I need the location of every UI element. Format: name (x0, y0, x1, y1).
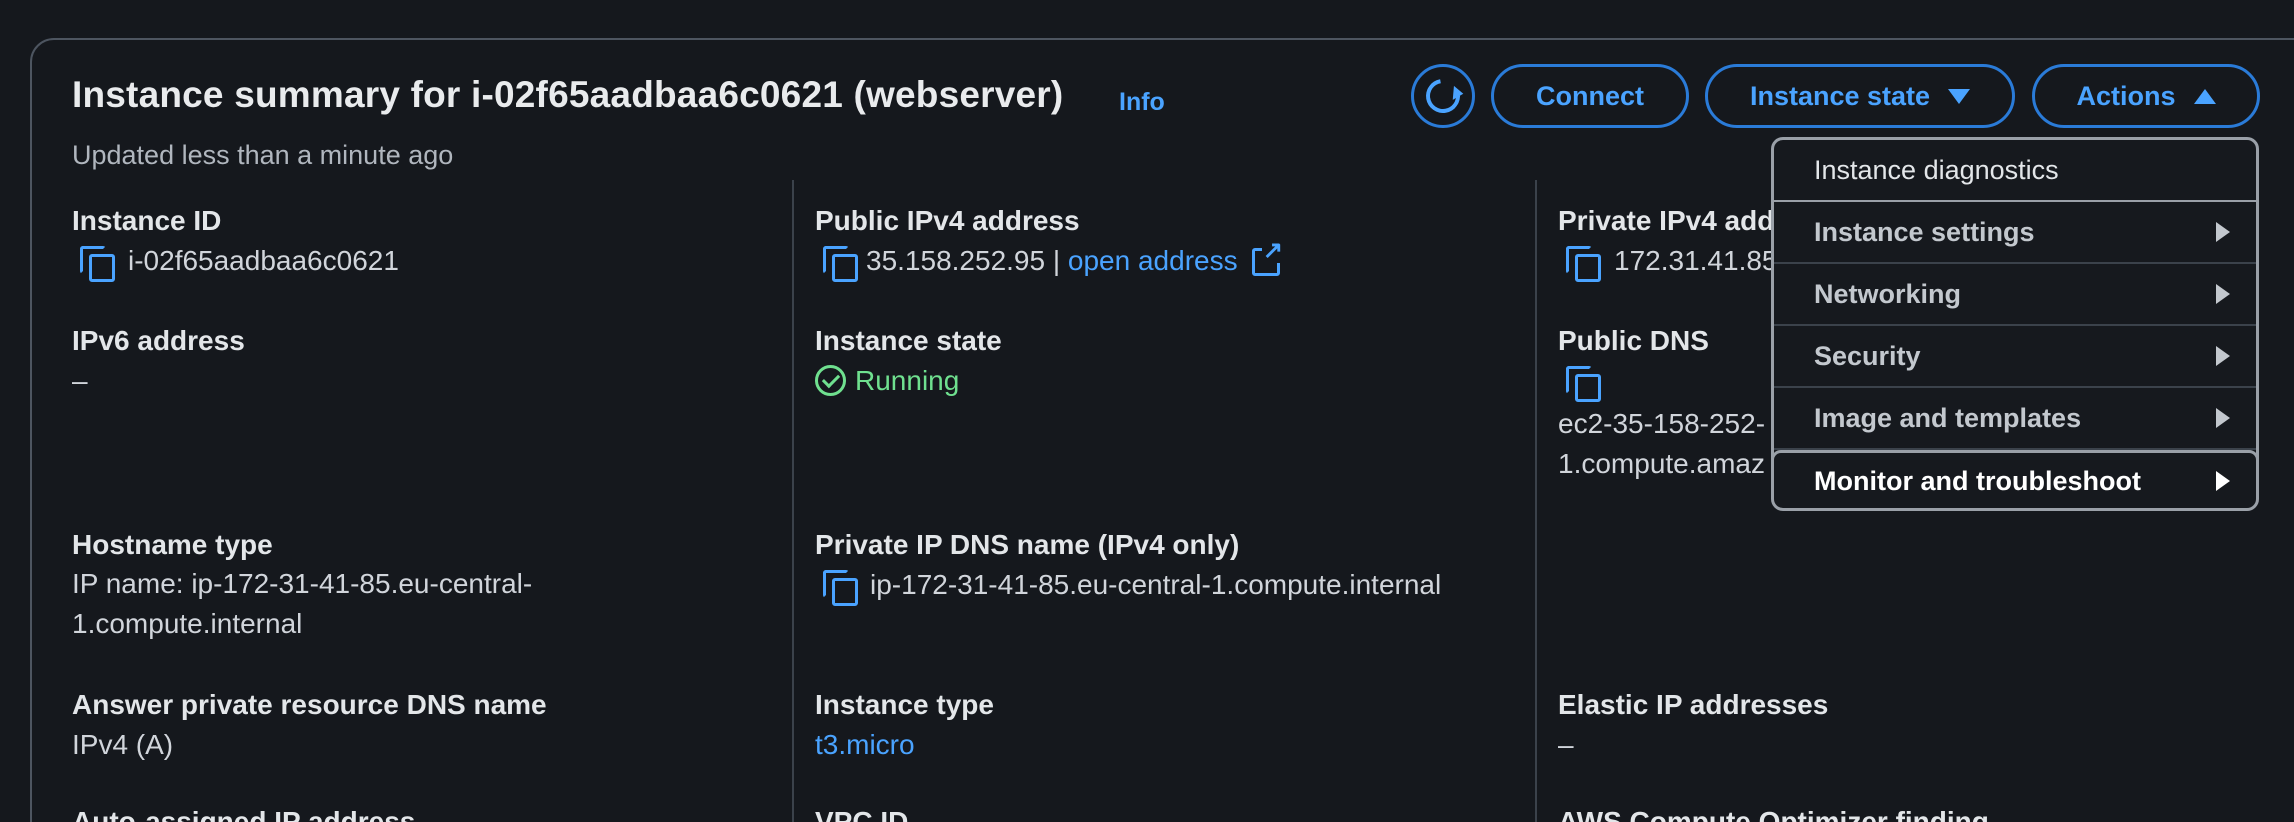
answer-dns-label: Answer private resource DNS name (72, 689, 547, 720)
menu-item-networking[interactable]: Networking (1774, 264, 2256, 326)
external-link-icon[interactable] (1252, 239, 1285, 276)
private-ipv4-value: 172.31.41.85 (1614, 245, 1778, 276)
actions-button[interactable]: Actions (2032, 64, 2260, 128)
chevron-right-icon (2216, 222, 2230, 242)
refresh-icon (1419, 72, 1467, 120)
chevron-right-icon (2216, 408, 2230, 428)
public-dns-label: Public DNS (1558, 325, 1709, 356)
column-divider (792, 180, 794, 822)
instance-state-button-label: Instance state (1749, 80, 1931, 111)
public-ipv4-address: 35.158.252.95 (866, 245, 1046, 276)
menu-item-instance-settings[interactable]: Instance settings (1774, 202, 2256, 264)
menu-item-security[interactable]: Security (1774, 326, 2256, 388)
copy-icon[interactable] (823, 570, 858, 606)
menu-item-label: Image and templates (1814, 402, 2082, 433)
menu-item-image-and-templates[interactable]: Image and templates (1774, 388, 2256, 450)
chevron-right-icon (2216, 346, 2230, 366)
actions-dropdown-menu: Instance diagnostics Instance settings N… (1771, 137, 2259, 511)
compute-optimizer-label: AWS Compute Optimizer finding (1558, 806, 1989, 822)
copy-icon[interactable] (1566, 366, 1601, 402)
menu-item-label: Security (1814, 340, 1921, 371)
hostname-type-value-line: 1.compute.internal (72, 608, 303, 639)
ipv6-value: – (72, 365, 88, 396)
copy-icon[interactable] (823, 246, 858, 282)
instance-id-value: i-02f65aadbaa6c0621 (128, 245, 399, 276)
chevron-right-icon (2216, 284, 2230, 304)
private-ipv4-label: Private IPv4 add (1558, 205, 1775, 236)
refresh-button[interactable] (1411, 64, 1475, 128)
elastic-ip-value: – (1558, 729, 1574, 760)
private-dns-value: ip-172-31-41-85.eu-central-1.compute.int… (870, 569, 1442, 600)
auto-assigned-ip-label: Auto-assigned IP address (72, 806, 416, 822)
public-dns-value-line: ec2-35-158-252- (1558, 408, 1766, 439)
copy-icon[interactable] (1566, 246, 1601, 282)
elastic-ip-label: Elastic IP addresses (1558, 689, 1829, 720)
menu-item-instance-diagnostics[interactable]: Instance diagnostics (1774, 140, 2256, 202)
hostname-type-value-line: IP name: ip-172-31-41-85.eu-central- (72, 568, 533, 599)
public-dns-value-line: 1.compute.amaz (1558, 448, 1765, 479)
hostname-type-label: Hostname type (72, 529, 273, 560)
copy-icon[interactable] (80, 246, 115, 282)
private-dns-label: Private IP DNS name (IPv4 only) (815, 529, 1240, 560)
ipv6-label: IPv6 address (72, 325, 245, 356)
instance-state-button[interactable]: Instance state (1705, 64, 2015, 128)
instance-type-label: Instance type (815, 689, 994, 720)
public-ipv4-label: Public IPv4 address (815, 205, 1080, 236)
chevron-right-icon (2216, 471, 2230, 491)
open-address-link[interactable]: open address (1068, 245, 1238, 276)
answer-dns-value: IPv4 (A) (72, 729, 174, 760)
separator: | (1052, 245, 1061, 276)
info-link[interactable]: Info (1119, 88, 1165, 117)
public-ipv4-value: 35.158.252.95 | open address (866, 245, 1238, 277)
connect-button-label: Connect (1536, 80, 1644, 111)
check-circle-icon (815, 365, 846, 396)
column-divider (1535, 180, 1537, 822)
instance-id-label: Instance ID (72, 205, 222, 236)
caret-down-icon (1948, 88, 1971, 104)
page-title: Instance summary for i-02f65aadbaa6c0621… (72, 74, 1064, 115)
instance-state-label: Instance state (815, 325, 1002, 356)
menu-item-monitor-and-troubleshoot[interactable]: Monitor and troubleshoot (1774, 450, 2256, 508)
vpc-id-label: VPC ID (815, 806, 909, 822)
public-dns-value: ec2-35-158-252- 1.compute.amaz (1558, 404, 1765, 484)
actions-button-label: Actions (2076, 80, 2176, 111)
menu-item-label: Networking (1814, 278, 1962, 309)
hostname-type-value: IP name: ip-172-31-41-85.eu-central- 1.c… (72, 564, 532, 644)
instance-type-link[interactable]: t3.micro (815, 729, 915, 761)
instance-state-value: Running (855, 365, 960, 396)
menu-item-label: Instance diagnostics (1814, 154, 2059, 185)
menu-item-label: Monitor and troubleshoot (1814, 465, 2141, 496)
connect-button[interactable]: Connect (1491, 64, 1689, 128)
updated-timestamp: Updated less than a minute ago (72, 140, 454, 170)
caret-up-icon (2193, 88, 2216, 104)
menu-item-label: Instance settings (1814, 216, 2035, 247)
